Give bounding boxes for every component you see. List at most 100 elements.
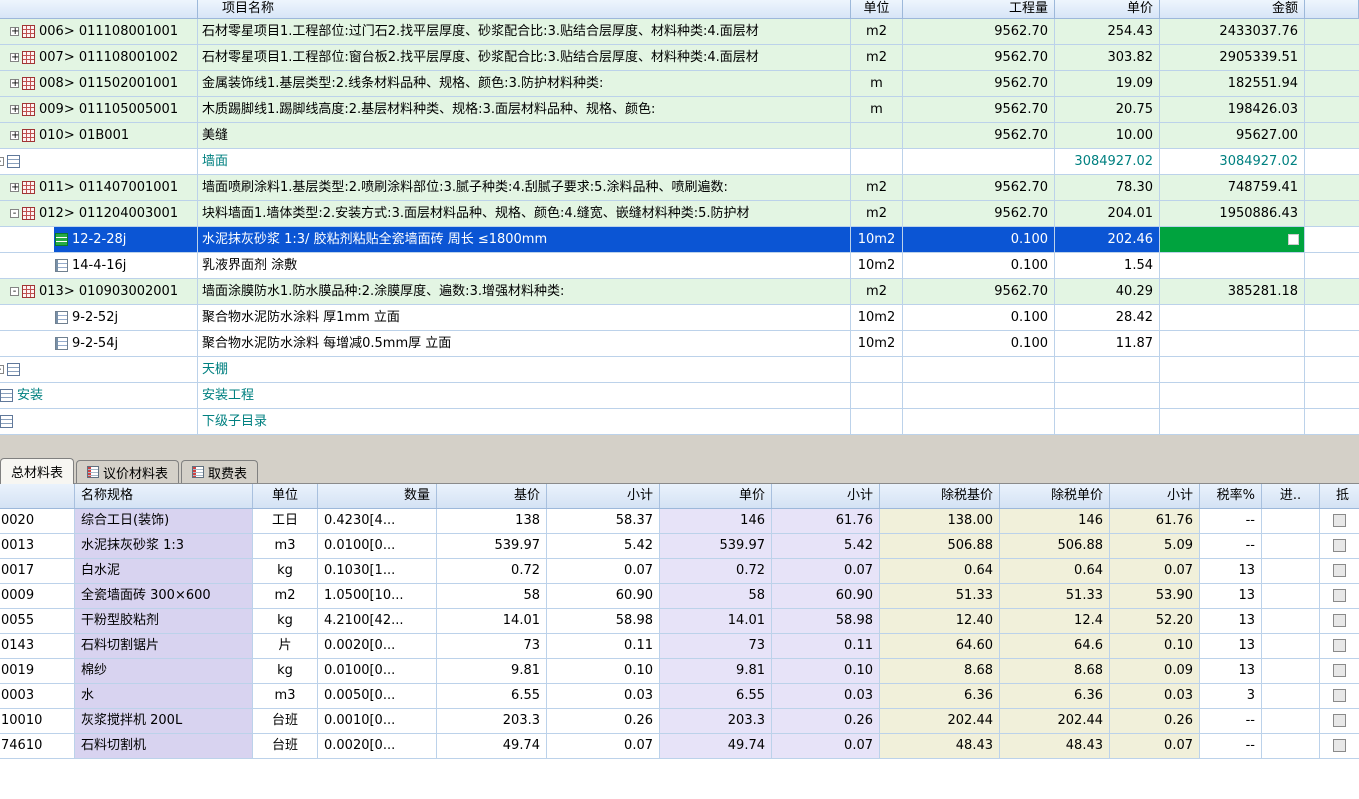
tax-rate-cell: 13	[1200, 609, 1262, 633]
tax-rate-cell: --	[1200, 734, 1262, 758]
category-row[interactable]: - 天棚	[0, 357, 1359, 383]
subtotal-cell: 0.26	[772, 709, 880, 733]
column-header[interactable]: 名称规格	[75, 484, 253, 508]
bill-row[interactable]: +006> 011108001001 石材零星项目1.工程部位:过门石2.找平层厚…	[0, 19, 1359, 45]
quantity-cell: 9562.70	[903, 45, 1055, 70]
material-row[interactable]: 0009 全瓷墙面砖 300×600 m2 1.0500[10... 58 60.90 58…	[0, 584, 1359, 609]
amount-header[interactable]: 金额	[1160, 0, 1305, 18]
bill-row[interactable]: 9-2-52j 聚合物水泥防水涂料 厚1mm 立面 10m2 0.100 28.42	[0, 305, 1359, 331]
bill-row[interactable]: +007> 011108001002 石材零星项目1.工程部位:窗台板2.找平层厚…	[0, 45, 1359, 71]
material-row[interactable]: 0013 水泥抹灰砂浆 1:3 m3 0.0100[0... 539.97 5.42 539…	[0, 534, 1359, 559]
bill-row[interactable]: 9-2-54j 聚合物水泥防水涂料 每增减0.5mm厚 立面 10m2 0.100 11…	[0, 331, 1359, 357]
tab-total-materials[interactable]: 总材料表	[0, 458, 75, 484]
column-header[interactable]: 抵	[1320, 484, 1359, 508]
column-header[interactable]: 税率%	[1200, 484, 1262, 508]
expand-icon[interactable]: +	[10, 131, 19, 141]
quantity-cell: 9562.70	[903, 201, 1055, 226]
tax-rate-cell: 3	[1200, 684, 1262, 708]
tab-negotiated-materials[interactable]: 议价材料表	[76, 460, 180, 483]
quantity-header[interactable]: 工程量	[903, 0, 1055, 18]
bill-row[interactable]: +010> 01B001 美缝 9562.70 10.00 95627.00	[0, 123, 1359, 149]
deduct-checkbox[interactable]	[1333, 664, 1346, 677]
collapse-icon[interactable]: -	[0, 365, 4, 375]
bill-row[interactable]: 14-4-16j 乳液界面剂 涂敷 10m2 0.100 1.54	[0, 253, 1359, 279]
bill-row[interactable]: +008> 011502001001 金属装饰线1.基层类型:2.线条材料品种、规…	[0, 71, 1359, 97]
unit-price-header[interactable]: 单价	[1055, 0, 1160, 18]
deduct-checkbox[interactable]	[1333, 589, 1346, 602]
unit-price-cell: 20.75	[1055, 97, 1160, 122]
deduct-checkbox[interactable]	[1333, 514, 1346, 527]
deduct-cell	[1320, 634, 1359, 658]
deduct-checkbox[interactable]	[1333, 614, 1346, 627]
column-header[interactable]	[0, 484, 75, 508]
column-header[interactable]: 数量	[318, 484, 437, 508]
extax-unit-price-cell: 506.88	[1000, 534, 1110, 558]
material-row[interactable]: 0020 综合工日(装饰) 工日 0.4230[4... 138 58.37 146 61.7…	[0, 509, 1359, 534]
bill-row[interactable]: 12-2-28j 水泥抹灰砂浆 1:3/ 胶粘剂粘贴全瓷墙面砖 周长 ≤1800m…	[0, 227, 1359, 253]
material-row[interactable]: 0143 石料切割锯片片 0.0020[0... 73 0.11 73 0.11 64.60 6…	[0, 634, 1359, 659]
extax-unit-price-cell: 12.4	[1000, 609, 1110, 633]
column-header[interactable]: 进..	[1262, 484, 1320, 508]
unit-price-cell: 28.42	[1055, 305, 1160, 330]
import-cell	[1262, 709, 1320, 733]
row-filler	[1305, 227, 1359, 252]
category-row[interactable]: 安装 安装工程	[0, 383, 1359, 409]
deduct-checkbox[interactable]	[1333, 639, 1346, 652]
project-name-header[interactable]: 项目名称	[198, 0, 851, 18]
deduct-checkbox[interactable]	[1333, 739, 1346, 752]
unit-cell: kg	[253, 659, 318, 683]
pane-splitter[interactable]	[0, 435, 1359, 457]
material-row[interactable]: 74610 石料切割机 台班 0.0020[0... 49.74 0.07 49.74 0.0…	[0, 734, 1359, 759]
item-code: 14-4-16j	[72, 258, 127, 273]
unit-cell: 工日	[253, 509, 318, 533]
material-row[interactable]: 10010 灰浆搅拌机 200L 台班 0.0010[0... 203.3 0.26 203…	[0, 709, 1359, 734]
collapse-icon[interactable]: -	[0, 157, 4, 167]
extax-base-price-cell: 0.64	[880, 559, 1000, 583]
expand-icon[interactable]: +	[10, 53, 19, 63]
deduct-checkbox[interactable]	[1333, 564, 1346, 577]
row-filler	[1305, 149, 1359, 174]
amount-cell	[1160, 227, 1305, 252]
item-name-cell: 下级子目录	[198, 409, 851, 434]
column-header[interactable]: 除税单价	[1000, 484, 1110, 508]
column-header[interactable]: 小计	[547, 484, 660, 508]
quota-item-icon	[55, 233, 68, 246]
category-row[interactable]: - 墙面 3084927.023084927.02	[0, 149, 1359, 175]
tree-cell: -	[0, 357, 198, 382]
unit-price-cell: 146	[660, 509, 772, 533]
column-header[interactable]: 小计	[772, 484, 880, 508]
unit-header[interactable]: 单位	[851, 0, 903, 18]
column-header[interactable]: 基价	[437, 484, 547, 508]
bill-row[interactable]: +009> 011105005001 木质踢脚线1.踢脚线高度:2.基层材料种类、…	[0, 97, 1359, 123]
column-header[interactable]: 单价	[660, 484, 772, 508]
deduct-checkbox[interactable]	[1333, 714, 1346, 727]
expand-icon[interactable]: +	[10, 27, 19, 37]
expand-icon[interactable]: +	[10, 105, 19, 115]
material-row[interactable]: 0019 棉纱 kg 0.0100[0... 9.81 0.10 9.81 0.10 8.68 8…	[0, 659, 1359, 684]
tree-cell: +008> 011502001001	[0, 71, 198, 96]
column-header[interactable]: 小计	[1110, 484, 1200, 508]
bill-row[interactable]: +011> 011407001001 墙面喷刷涂料1.基层类型:2.喷刷涂料部位:…	[0, 175, 1359, 201]
deduct-cell	[1320, 584, 1359, 608]
column-header[interactable]: 单位	[253, 484, 318, 508]
material-code-cell: 74610	[0, 734, 75, 758]
unit-price-cell: 254.43	[1055, 19, 1160, 44]
tab-fee-table[interactable]: 取费表	[181, 460, 259, 483]
expand-icon[interactable]: +	[10, 183, 19, 193]
material-row[interactable]: 0003 水 m3 0.0050[0... 6.55 0.03 6.55 0.03 6.36 6.…	[0, 684, 1359, 709]
item-name-cell: 水泥抹灰砂浆 1:3/ 胶粘剂粘贴全瓷墙面砖 周长 ≤1800mm	[198, 227, 851, 252]
collapse-icon[interactable]: -	[10, 287, 19, 297]
material-row[interactable]: 0055 干粉型胶粘剂 kg 4.2100[42... 14.01 58.98 14.01 5…	[0, 609, 1359, 634]
material-code-cell: 0019	[0, 659, 75, 683]
expand-icon[interactable]: +	[10, 79, 19, 89]
deduct-checkbox[interactable]	[1333, 539, 1346, 552]
row-filler	[1305, 383, 1359, 408]
deduct-checkbox[interactable]	[1333, 689, 1346, 702]
quantity-cell: 9562.70	[903, 19, 1055, 44]
bill-row[interactable]: - 013> 010903002001 墙面涂膜防水1.防水膜品种:2.涂膜厚度、遍…	[0, 279, 1359, 305]
material-row[interactable]: 0017 白水泥 kg 0.1030[1... 0.72 0.07 0.72 0.07 0.64…	[0, 559, 1359, 584]
category-row[interactable]: 下级子目录	[0, 409, 1359, 435]
bill-row[interactable]: - 012> 011204003001 块料墙面1.墙体类型:2.安装方式:3.面层…	[0, 201, 1359, 227]
collapse-icon[interactable]: -	[10, 209, 19, 219]
column-header[interactable]: 除税基价	[880, 484, 1000, 508]
